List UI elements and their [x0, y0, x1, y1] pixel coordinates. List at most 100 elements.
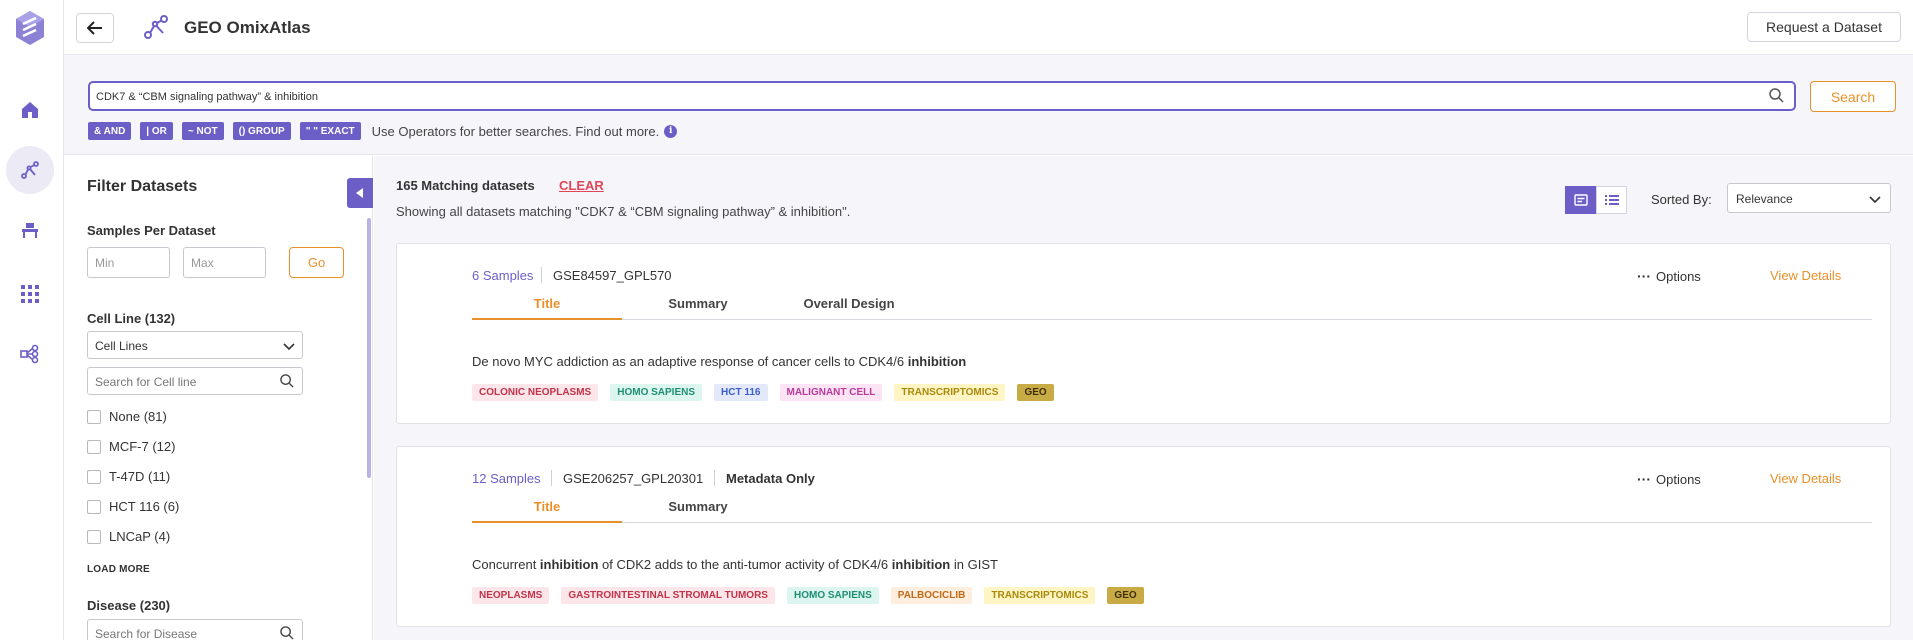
search-button[interactable]: Search: [1810, 81, 1896, 112]
search-input[interactable]: [96, 88, 1756, 106]
cell-line-option[interactable]: LNCaP (4): [87, 529, 170, 544]
options-button[interactable]: ··· Options: [1637, 471, 1701, 487]
back-arrow-icon: [87, 21, 102, 35]
card-view-button[interactable]: [1565, 186, 1596, 214]
load-more-link[interactable]: LOAD MORE: [87, 564, 150, 575]
tag-disease[interactable]: NEOPLASMS: [472, 587, 550, 604]
tag-source[interactable]: GEO: [1107, 587, 1144, 604]
clear-link[interactable]: CLEAR: [559, 178, 604, 193]
list-view-button[interactable]: [1596, 186, 1627, 214]
tab-title[interactable]: Title: [472, 296, 622, 320]
tag-drug[interactable]: PALBOCICLIB: [890, 587, 973, 604]
max-samples-input[interactable]: Max: [183, 247, 266, 278]
view-toggle: [1565, 186, 1627, 214]
tag-list: NEOPLASMS GASTROINTESTINAL STROMAL TUMOR…: [472, 587, 1156, 604]
cell-line-option-label: T-47D (11): [109, 469, 171, 484]
matching-count: 165 Matching datasets: [396, 178, 535, 193]
min-samples-input[interactable]: Min: [87, 247, 170, 278]
options-label: Options: [1656, 268, 1701, 284]
checkbox[interactable]: [87, 469, 101, 484]
dataset-title-text: of CDK2 adds to the anti-tumor activity …: [598, 557, 892, 572]
cell-line-search-input[interactable]: Search for Cell line: [87, 367, 303, 395]
options-button[interactable]: ··· Options: [1637, 268, 1701, 284]
chevron-down-icon: [1869, 193, 1881, 207]
dataset-card: 6 Samples GSE84597_GPL570 ··· Options Vie…: [396, 243, 1891, 424]
separator: [541, 267, 542, 283]
checkbox[interactable]: [87, 529, 101, 544]
app-title: GEO OmixAtlas: [184, 18, 311, 37]
operator-not[interactable]: ~ NOT: [181, 122, 224, 140]
operator-group[interactable]: () GROUP: [232, 122, 291, 140]
logo-icon[interactable]: [14, 10, 46, 46]
tag-disease[interactable]: GASTROINTESTINAL STROMAL TUMORS: [561, 587, 775, 604]
omixatlas-icon: [143, 14, 169, 43]
tag-cell-line[interactable]: HCT 116: [714, 384, 768, 401]
cell-line-search-placeholder: Search for Cell line: [95, 375, 197, 389]
cell-line-option[interactable]: T-47D (11): [87, 469, 170, 484]
tag-data-type[interactable]: TRANSCRIPTOMICS: [984, 587, 1096, 604]
filter-panel: Filter Datasets Samples Per Dataset Min …: [64, 156, 373, 640]
filter-title: Filter Datasets: [87, 178, 198, 195]
tag-list: COLONIC NEOPLASMS HOMO SAPIENS HCT 116 M…: [472, 384, 1066, 401]
tab-summary[interactable]: Summary: [623, 499, 773, 523]
pipeline-icon[interactable]: [6, 330, 54, 378]
view-details-link[interactable]: View Details: [1770, 471, 1841, 486]
apps-grid-icon[interactable]: [6, 270, 54, 318]
dataset-title-text: De novo MYC addiction as an adaptive res…: [472, 354, 908, 369]
search-band: Search & AND | OR ~ NOT () GROUP " " EXA…: [64, 55, 1913, 155]
view-details-link[interactable]: View Details: [1770, 268, 1841, 283]
cell-line-label: Cell Line (132): [87, 311, 176, 326]
cell-line-option-label: None (81): [109, 409, 167, 424]
more-dots-icon: ···: [1637, 471, 1651, 487]
samples-count[interactable]: 12 Samples: [472, 471, 541, 486]
filter-scrollbar[interactable]: [367, 218, 371, 478]
disease-search-input[interactable]: Search for Disease: [87, 619, 303, 640]
disease-label: Disease (230): [87, 598, 171, 613]
tag-organism[interactable]: HOMO SAPIENS: [610, 384, 703, 401]
card-tabs: Title Summary Overall Design: [472, 296, 1872, 320]
tab-title[interactable]: Title: [472, 499, 622, 523]
highlight-term: inhibition: [891, 557, 951, 572]
cell-line-option[interactable]: MCF-7 (12): [87, 439, 175, 454]
dataset-id: GSE206257_GPL20301: [563, 471, 704, 486]
info-icon[interactable]: i: [664, 124, 678, 138]
tab-overall-design[interactable]: Overall Design: [774, 296, 924, 320]
cell-line-select[interactable]: Cell Lines: [87, 331, 303, 359]
cell-line-option[interactable]: None (81): [87, 409, 167, 424]
atlas-icon[interactable]: [6, 146, 54, 194]
dataset-title-text: Concurrent: [472, 557, 540, 572]
go-button[interactable]: Go: [289, 247, 344, 278]
collapse-filter-button[interactable]: [347, 178, 373, 208]
tag-organism[interactable]: HOMO SAPIENS: [786, 587, 879, 604]
results-area: 165 Matching datasets CLEAR Showing all …: [374, 156, 1913, 640]
operator-exact[interactable]: " " EXACT: [299, 122, 361, 140]
nav-rail: [0, 0, 64, 640]
tag-cell-type[interactable]: MALIGNANT CELL: [779, 384, 883, 401]
dataset-id: GSE84597_GPL570: [553, 268, 672, 283]
operator-or[interactable]: | OR: [140, 122, 173, 140]
cell-line-option-label: MCF-7 (12): [109, 439, 176, 454]
tag-source[interactable]: GEO: [1017, 384, 1054, 401]
checkbox[interactable]: [87, 409, 101, 424]
operator-chips: & AND | OR ~ NOT () GROUP " " EXACT Use …: [88, 122, 678, 140]
search-icon[interactable]: [1769, 88, 1784, 106]
request-dataset-button[interactable]: Request a Dataset: [1747, 12, 1901, 42]
operator-and[interactable]: & AND: [88, 122, 132, 140]
tab-summary[interactable]: Summary: [623, 296, 773, 320]
checkbox[interactable]: [87, 499, 101, 514]
back-button[interactable]: [76, 13, 114, 43]
home-icon[interactable]: [6, 86, 54, 134]
checkbox[interactable]: [87, 439, 101, 454]
workbench-icon[interactable]: [6, 206, 54, 254]
highlight-term: inhibition: [907, 354, 967, 369]
tag-data-type[interactable]: TRANSCRIPTOMICS: [894, 384, 1006, 401]
metadata-only-label: Metadata Only: [726, 471, 815, 486]
cell-line-select-value: Cell Lines: [95, 339, 148, 353]
sort-select[interactable]: Relevance: [1727, 183, 1891, 213]
cell-line-option[interactable]: HCT 116 (6): [87, 499, 179, 514]
tag-disease[interactable]: COLONIC NEOPLASMS: [472, 384, 599, 401]
search-icon: [280, 626, 294, 640]
samples-count[interactable]: 6 Samples: [472, 268, 533, 283]
cell-line-option-label: LNCaP (4): [109, 529, 171, 544]
dataset-title: Concurrent inhibition of CDK2 adds to th…: [472, 557, 998, 572]
